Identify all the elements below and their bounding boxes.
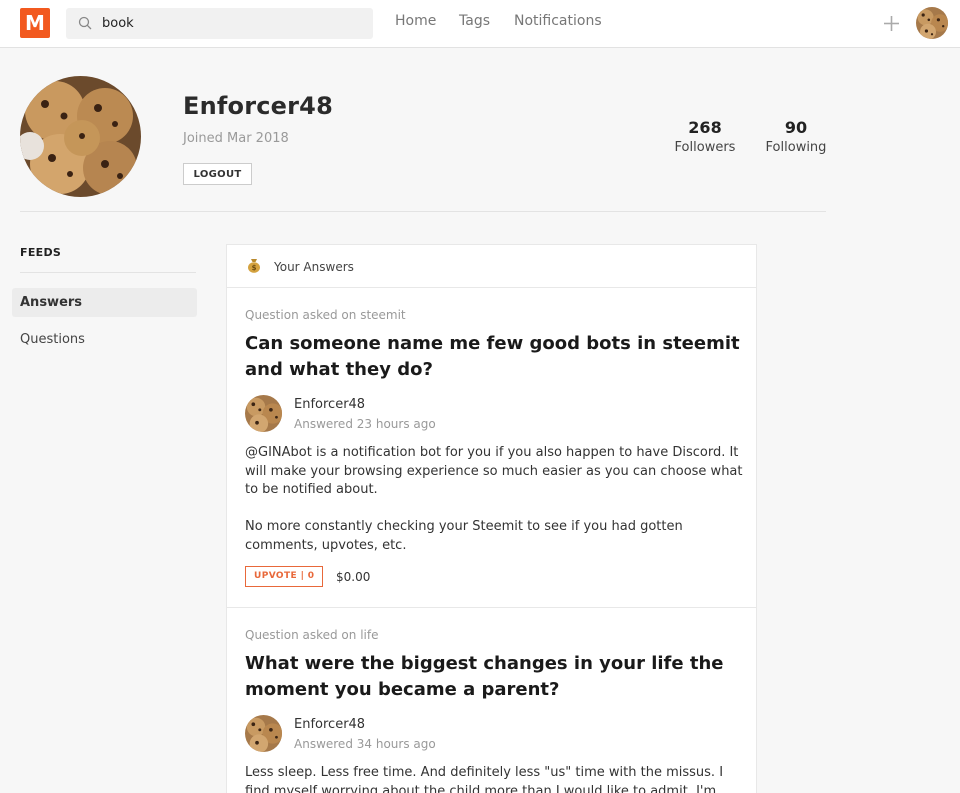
search-icon [78,16,92,30]
user-avatar[interactable] [916,7,948,39]
answer-paragraph: Less sleep. Less free time. And definite… [245,765,724,793]
answers-feed-card: $ Your Answers Question asked on steemit… [226,244,757,793]
followers-count: 268 [688,118,722,137]
following-count: 90 [784,118,808,137]
nav-home[interactable]: Home [395,13,436,29]
profile-avatar [20,76,141,197]
search-input[interactable] [102,8,362,39]
feed-header: $ Your Answers [227,245,756,288]
answer-author-avatar[interactable] [245,395,282,432]
nav-tags[interactable]: Tags [459,13,490,29]
nav-notifications[interactable]: Notifications [514,13,602,29]
following-label: Following [765,140,827,155]
payout-value: $0.00 [336,570,371,584]
answer-body: @GINAbot is a notification bot for you i… [245,444,745,555]
cookie-avatar-image [245,395,282,432]
following-stat[interactable]: 90 Following [762,118,830,155]
feeds-divider [20,272,196,273]
answer-author-avatar[interactable] [245,715,282,752]
logout-button[interactable]: LOGOUT [183,163,252,185]
plus-icon[interactable] [883,15,900,32]
upvote-button[interactable]: UPVOTE | 0 [245,566,324,587]
cookie-avatar-image [916,7,948,39]
feeds-heading: FEEDS [20,246,62,259]
svg-text:$: $ [252,264,257,272]
answer-author-name[interactable]: Enforcer48 [294,717,365,732]
cookie-profile-image [20,76,141,197]
sidebar-item-questions[interactable]: Questions [12,325,197,354]
money-bag-icon: $ [248,259,260,273]
top-navbar: M Home Tags Notifications [0,0,960,48]
answer-body: Less sleep. Less free time. And definite… [245,764,745,793]
question-title[interactable]: Can someone name me few good bots in ste… [245,331,745,383]
feed-title: Your Answers [274,260,354,274]
answer-paragraph: @GINAbot is a notification bot for you i… [245,445,743,497]
answer-time: Answered 34 hours ago [294,737,436,751]
answer-time: Answered 23 hours ago [294,417,436,431]
profile-divider [20,211,826,212]
answer-item: Question asked on steemit Can someone na… [227,288,756,608]
sidebar-item-answers[interactable]: Answers [12,288,197,317]
question-title[interactable]: What were the biggest changes in your li… [245,651,745,703]
app-logo[interactable]: M [20,8,50,38]
search-box[interactable] [66,8,373,39]
cookie-avatar-image [245,715,282,752]
answer-item: Question asked on life What were the big… [227,608,756,793]
asked-on-label[interactable]: Question asked on life [245,628,378,642]
followers-label: Followers [674,140,736,155]
followers-stat[interactable]: 268 Followers [672,118,738,155]
profile-username: Enforcer48 [183,92,333,120]
asked-on-label[interactable]: Question asked on steemit [245,308,406,322]
answer-paragraph: No more constantly checking your Steemit… [245,519,683,553]
joined-date: Joined Mar 2018 [183,131,289,146]
answer-author-name[interactable]: Enforcer48 [294,397,365,412]
